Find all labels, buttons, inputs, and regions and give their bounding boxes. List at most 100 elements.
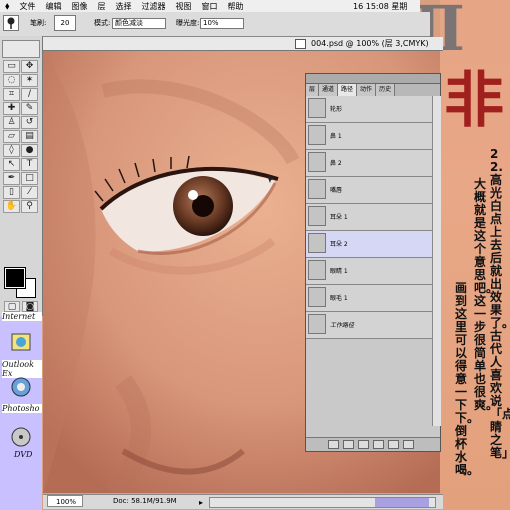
eyedropper-tool-icon[interactable]: ⁄ — [21, 186, 38, 199]
path-row[interactable]: 工作路径 — [306, 312, 432, 339]
path-row[interactable]: 眼毛 1 — [306, 285, 432, 312]
document-titlebar[interactable]: 004.psd @ 100% (层 3,CMYK) — [43, 37, 443, 51]
tab-layers[interactable]: 层 — [306, 84, 320, 96]
path-name: 嘴唇 — [330, 187, 343, 194]
menu-view[interactable]: 视图 — [171, 1, 197, 12]
path-thumbnail — [308, 125, 326, 145]
clone-stamp-tool-icon[interactable]: ♙ — [3, 116, 20, 129]
photoshop-icon[interactable] — [10, 376, 32, 400]
tutorial-text-column-3: 画到这里可以得意一下下。倒杯水喝。 — [455, 281, 480, 477]
paths-list: 轮形 鼻 1 鼻 2 嘴唇 耳朵 1 耳朵 2 眼睛 1 眼毛 1 工作路径 — [306, 96, 432, 339]
make-path-icon[interactable] — [373, 440, 384, 449]
color-swatches[interactable] — [4, 267, 36, 298]
notes-tool-icon[interactable]: ▯ — [3, 186, 20, 199]
path-row[interactable]: 轮形 — [306, 96, 432, 123]
horizontal-scrollbar[interactable] — [209, 497, 436, 508]
menu-edit[interactable]: 编辑 — [41, 1, 67, 12]
menu-image[interactable]: 图像 — [67, 1, 93, 12]
foreground-color-swatch[interactable] — [4, 267, 26, 289]
path-name: 鼻 1 — [330, 133, 342, 140]
tab-channels[interactable]: 通道 — [319, 84, 339, 96]
crop-tool-icon[interactable]: ⌗ — [3, 88, 20, 101]
zoom-field[interactable]: 100% — [47, 495, 83, 507]
desktop-icon-dvd[interactable]: DVD — [14, 450, 38, 459]
path-thumbnail — [308, 260, 326, 280]
menu-select[interactable]: 选择 — [111, 1, 137, 12]
menu-layer[interactable]: 层 — [93, 1, 111, 12]
blur-tool-icon[interactable]: ◊ — [3, 144, 20, 157]
path-thumbnail — [308, 179, 326, 199]
brush-picker[interactable]: 20 — [54, 15, 76, 31]
palette-scrollbar[interactable] — [432, 96, 441, 426]
path-thumbnail — [308, 287, 326, 307]
healing-tool-icon[interactable]: ✚ — [3, 102, 20, 115]
path-row[interactable]: 鼻 1 — [306, 123, 432, 150]
magic-wand-tool-icon[interactable]: ✶ — [21, 74, 38, 87]
path-thumbnail — [308, 98, 326, 118]
path-name: 轮形 — [330, 106, 343, 113]
decorative-glyph-red: 非 — [444, 66, 504, 136]
quickmask-mode-icon[interactable]: ◙ — [22, 301, 38, 312]
menu-window[interactable]: 窗口 — [197, 1, 223, 12]
type-tool-icon[interactable]: T — [21, 158, 38, 171]
scroll-thumb[interactable] — [375, 498, 429, 507]
lasso-tool-icon[interactable]: ◌ — [3, 74, 20, 87]
zoom-tool-icon[interactable]: ⚲ — [21, 200, 38, 213]
new-path-icon[interactable] — [388, 440, 399, 449]
exposure-value: 10% — [203, 19, 219, 27]
document-title: 004.psd @ 100% (层 3,CMYK) — [311, 39, 429, 48]
desktop-icon-internet[interactable]: Internet — [2, 312, 42, 321]
brush-tool-icon[interactable]: ✎ — [21, 102, 38, 115]
palette-titlebar[interactable] — [306, 74, 440, 84]
tab-paths[interactable]: 路径 — [338, 84, 358, 96]
tab-actions[interactable]: 动作 — [357, 84, 377, 96]
layers-palette: 层 通道 路径 动作 历史 轮形 鼻 1 鼻 2 嘴唇 耳朵 1 耳朵 2 眼睛… — [305, 73, 441, 452]
path-row[interactable]: 鼻 2 — [306, 150, 432, 177]
path-row-selected[interactable]: 耳朵 2 — [306, 231, 432, 258]
gradient-tool-icon[interactable]: ▤ — [21, 130, 38, 143]
tab-history[interactable]: 历史 — [376, 84, 396, 96]
path-name: 耳朵 2 — [330, 241, 348, 248]
stroke-path-icon[interactable] — [343, 440, 354, 449]
trash-icon[interactable] — [403, 440, 414, 449]
exposure-field[interactable]: 10% — [200, 18, 244, 29]
pen-tool-icon[interactable]: ✒ — [3, 172, 20, 185]
path-name: 工作路径 — [330, 322, 355, 329]
menubar-clock: 16 15:08 星期 — [353, 2, 408, 11]
fill-path-icon[interactable] — [328, 440, 339, 449]
path-name: 鼻 2 — [330, 160, 342, 167]
menu-help[interactable]: 帮助 — [223, 1, 249, 12]
path-name: 耳朵 1 — [330, 214, 348, 221]
path-select-tool-icon[interactable]: ↖ — [3, 158, 20, 171]
dodge-cursor-icon — [267, 175, 275, 183]
path-row[interactable]: 嘴唇 — [306, 177, 432, 204]
document-icon — [295, 39, 306, 49]
marquee-tool-icon[interactable]: ▭ — [3, 60, 20, 73]
dodge-tool-icon-box[interactable]: ● — [21, 144, 38, 157]
outlook-icon[interactable] — [10, 332, 32, 352]
menu-filter[interactable]: 过滤器 — [137, 1, 171, 12]
desktop-icon-photoshop[interactable]: Photosho — [2, 404, 42, 413]
slice-tool-icon[interactable]: ∕ — [21, 88, 38, 101]
apple-menu-icon[interactable]: ⬧ — [0, 1, 15, 12]
status-arrow-icon[interactable]: ▸ — [199, 496, 203, 509]
hand-tool-icon[interactable]: ✋ — [3, 200, 20, 213]
dvd-icon[interactable] — [10, 426, 32, 448]
path-thumbnail — [308, 314, 326, 334]
history-brush-tool-icon[interactable]: ↺ — [21, 116, 38, 129]
dodge-tool-icon[interactable] — [3, 15, 19, 31]
shape-tool-icon[interactable]: □ — [21, 172, 38, 185]
mode-select[interactable]: 颜色减淡 — [112, 18, 166, 29]
standard-mode-icon[interactable]: ▢ — [4, 301, 20, 312]
mode-value: 颜色减淡 — [115, 19, 143, 27]
path-thumbnail — [308, 233, 326, 253]
mask-mode-row: ▢ ◙ — [4, 301, 38, 312]
move-tool-icon[interactable]: ✥ — [21, 60, 38, 73]
palette-footer — [306, 437, 440, 451]
eraser-tool-icon[interactable]: ▱ — [3, 130, 20, 143]
path-row[interactable]: 眼睛 1 — [306, 258, 432, 285]
load-selection-icon[interactable] — [358, 440, 369, 449]
menu-file[interactable]: 文件 — [15, 1, 41, 12]
path-row[interactable]: 耳朵 1 — [306, 204, 432, 231]
path-thumbnail — [308, 152, 326, 172]
